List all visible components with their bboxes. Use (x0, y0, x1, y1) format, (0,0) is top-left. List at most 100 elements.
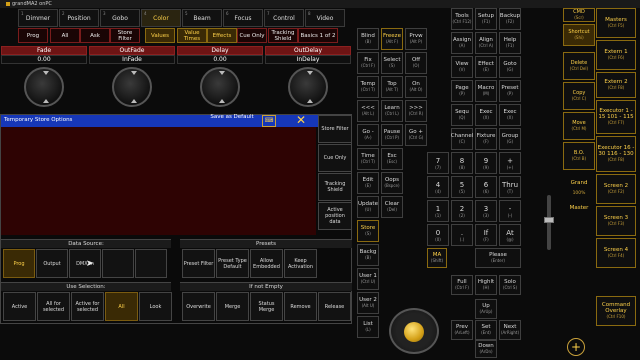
use-selection-all[interactable]: All (105, 292, 138, 321)
keyboard-icon[interactable]: ⌨ (262, 115, 276, 127)
key-assign-0[interactable]: Assign (A) (451, 32, 473, 54)
key-top[interactable]: Top (Alt T) (381, 76, 403, 98)
view-screen-4[interactable]: Screen 4 (Ctrl F4) (596, 238, 636, 268)
key-learn[interactable]: Learn (Ctrl L) (381, 100, 403, 122)
numpad-2[interactable]: 2 (2) (451, 200, 473, 222)
key-tools-0[interactable]: Tools (Ctrl F12) (451, 8, 473, 30)
preset-allow-embedded[interactable]: Allow Embedded (250, 249, 283, 278)
key-preset-2[interactable]: Preset (P) (499, 80, 521, 102)
option-values[interactable]: Values (145, 28, 175, 43)
preset-preset-type-default[interactable]: Preset Type Default (216, 249, 249, 278)
view-extern-2[interactable]: Extern 2 (Ctrl F8) (596, 72, 636, 98)
data-source-output[interactable]: Output (36, 249, 68, 278)
key-align-1[interactable]: Align (Ctrl A) (475, 32, 497, 54)
encoder-outfade[interactable] (112, 67, 152, 107)
close-icon[interactable]: ✕ (294, 113, 308, 127)
tab-gobo[interactable]: 3 Gobo (100, 9, 140, 27)
tab-control[interactable]: 7 Control (264, 9, 304, 27)
use-selection-active-for-selected[interactable]: Active for selected (71, 292, 104, 321)
save-as-default-button[interactable]: Save as Default (210, 114, 254, 127)
preset-preset-filter[interactable]: Preset Filter (182, 249, 215, 278)
numpad-1[interactable]: 1 (1) (427, 200, 449, 222)
option-tracking-shield[interactable]: Tracking Shield (268, 28, 298, 43)
key-channel-0[interactable]: Channel (C) (451, 128, 473, 150)
numpad-8[interactable]: 8 (8) (451, 152, 473, 174)
key-please[interactable]: Please (Enter) (475, 248, 521, 268)
numpad-+[interactable]: + (+) (499, 152, 521, 174)
key-user-1[interactable]: User 1 (Ctrl U) (357, 268, 379, 290)
numpad-5[interactable]: 5 (5) (451, 176, 473, 198)
encoder-fade[interactable] (24, 67, 64, 107)
wheel-knob[interactable] (404, 322, 424, 342)
tab-position[interactable]: 2 Position (59, 9, 99, 27)
key-fixture-1[interactable]: Fixture (F) (475, 128, 497, 150)
cmd-button[interactable]: CMD (Scr) (563, 8, 595, 22)
delete-button[interactable]: Delete (Ctrl Del) (563, 52, 595, 80)
key-go-[interactable]: Go + (Ctrl G) (405, 124, 427, 146)
key-backup-2[interactable]: Backup (F2) (499, 8, 521, 30)
view-executor-16-30-116-130[interactable]: Executor 16 - 30 116 - 130 (Ctrl F8) (596, 136, 636, 172)
encoder-delay[interactable] (200, 67, 240, 107)
view-masters[interactable]: Masters (Ctrl F5) (596, 8, 636, 38)
if-not-empty-status-merge[interactable]: Status Merge (250, 292, 283, 321)
use-selection-all-for-selected[interactable]: All for selected (37, 292, 70, 321)
view-screen-2[interactable]: Screen 2 (Ctrl F2) (596, 174, 636, 204)
tab-color[interactable]: 4 Color (141, 9, 181, 27)
key-effect-1[interactable]: Effect (E) (475, 56, 497, 78)
key-oops[interactable]: Oops (Bspce) (381, 172, 403, 194)
view-screen-3[interactable]: Screen 3 (Ctrl F3) (596, 206, 636, 236)
key-page-0[interactable]: Page (P) (451, 80, 473, 102)
key-highlt[interactable]: Highlt (H) (475, 275, 497, 295)
tab-beam[interactable]: 5 Beam (182, 9, 222, 27)
data-source-empty[interactable] (102, 249, 134, 278)
move-button[interactable]: Move (Ctrl M) (563, 112, 595, 140)
key-fix[interactable]: Fix (Ctrl F) (357, 52, 379, 74)
encoder-outdelay[interactable] (288, 67, 328, 107)
key-blind[interactable]: Blind (B) (357, 28, 379, 50)
dialog-option-tracking-shield[interactable]: Tracking Shield (318, 173, 352, 201)
numpad-0[interactable]: 0 (0) (427, 224, 449, 246)
numpad-7[interactable]: 7 (7) (427, 152, 449, 174)
key-time[interactable]: Time (Ctrl T) (357, 148, 379, 170)
data-source-dmx-in[interactable]: DMX In (69, 249, 101, 278)
numpad-9[interactable]: 9 (9) (475, 152, 497, 174)
key-prvw[interactable]: Prvw (Alt P) (405, 28, 427, 50)
key-temp[interactable]: Temp (Ctrl T) (357, 76, 379, 98)
key-freeze[interactable]: Freeze (Alt F) (381, 28, 403, 50)
numpad-thru[interactable]: Thru (T) (499, 176, 521, 198)
key-ma[interactable]: MA (Shift) (427, 248, 447, 268)
if-not-empty-release[interactable]: Release (318, 292, 351, 321)
use-selection-look[interactable]: Look (139, 292, 172, 321)
key-sequ-0[interactable]: Sequ (Q) (451, 104, 473, 126)
tab-dimmer[interactable]: 1 Dimmer (18, 9, 58, 27)
dialog-option-cue-only[interactable]: Cue Only (318, 144, 352, 172)
view-extern-1[interactable]: Extern 1 (Ctrl F6) (596, 40, 636, 70)
key-pause[interactable]: Pause (Ctrl P) (381, 124, 403, 146)
option-cue-only[interactable]: Cue Only (237, 28, 267, 43)
key-exec-1[interactable]: Exec (X) (475, 104, 497, 126)
key-group-2[interactable]: Group (G) (499, 128, 521, 150)
numpad-.[interactable]: . (.) (451, 224, 473, 246)
key-exec-2[interactable]: Exec (X) (499, 104, 521, 126)
numpad--[interactable]: - (-) (499, 200, 521, 222)
key-help-2[interactable]: Help (F1) (499, 32, 521, 54)
key-solo[interactable]: Solo (Ctrl S) (499, 275, 521, 295)
numpad-4[interactable]: 4 (4) (427, 176, 449, 198)
grand-master-fader-knob[interactable] (544, 217, 554, 223)
key-setup-1[interactable]: Setup (F1) (475, 8, 497, 30)
tab-video[interactable]: 8 Video (305, 9, 345, 27)
key-store[interactable]: Store (S) (357, 220, 379, 242)
key-up[interactable]: Up (ArUp) (475, 299, 497, 319)
tab-focus[interactable]: 6 Focus (223, 9, 263, 27)
if-not-empty-merge[interactable]: Merge (216, 292, 249, 321)
add-icon[interactable]: + (567, 338, 585, 356)
key-backg[interactable]: Backg (B) (357, 244, 379, 266)
view-command-overlay[interactable]: Command Overlay (Ctrl F10) (596, 296, 636, 326)
option-value-times[interactable]: Value Times (177, 28, 207, 43)
bo-button[interactable]: B.O. (Ctrl B) (563, 142, 595, 170)
key-on[interactable]: On (Alt O) (405, 76, 427, 98)
key--[interactable]: >>> (Ctrl R) (405, 100, 427, 122)
option-prog[interactable]: Prog (18, 28, 48, 43)
key-go-[interactable]: Go - (A-) (357, 124, 379, 146)
option-effects[interactable]: Effects (207, 28, 237, 43)
